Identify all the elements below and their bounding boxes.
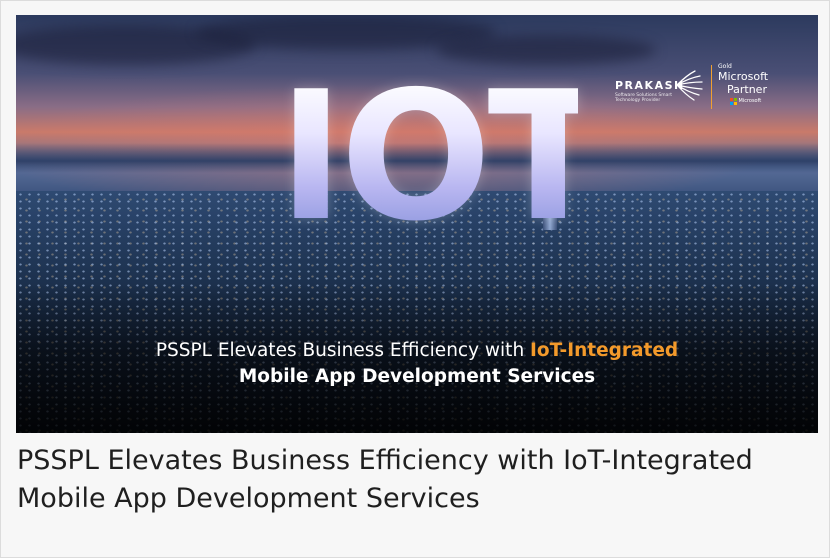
- article-title[interactable]: PSSPL Elevates Business Efficiency with …: [17, 442, 817, 518]
- caption-highlight: IoT-Integrated: [530, 340, 679, 361]
- caption-line-1: PSSPL Elevates Business Efficiency with …: [16, 338, 818, 364]
- sunburst-icon: [676, 70, 703, 101]
- microsoft-badge: Microsoft: [730, 98, 761, 105]
- partner-name: Microsoft: [718, 70, 769, 83]
- microsoft-wordmark: Microsoft: [738, 98, 762, 105]
- featured-image[interactable]: IOT PRAKASH Software Solutions Smart Tec…: [16, 15, 818, 433]
- microsoft-logo-icon: [730, 98, 737, 105]
- banner-caption: PSSPL Elevates Business Efficiency with …: [16, 338, 818, 390]
- partner-tier: Gold: [718, 63, 732, 70]
- logo-divider: [711, 65, 712, 109]
- partner-label: Partner: [727, 83, 767, 96]
- company-logo: PRAKASH Software Solutions Smart Technol…: [615, 59, 785, 119]
- caption-prefix: PSSPL Elevates Business Efficiency with: [155, 340, 531, 361]
- article-card[interactable]: IOT PRAKASH Software Solutions Smart Tec…: [0, 0, 830, 558]
- hero-word: IOT: [278, 53, 609, 260]
- caption-line-2: Mobile App Development Services: [238, 366, 596, 387]
